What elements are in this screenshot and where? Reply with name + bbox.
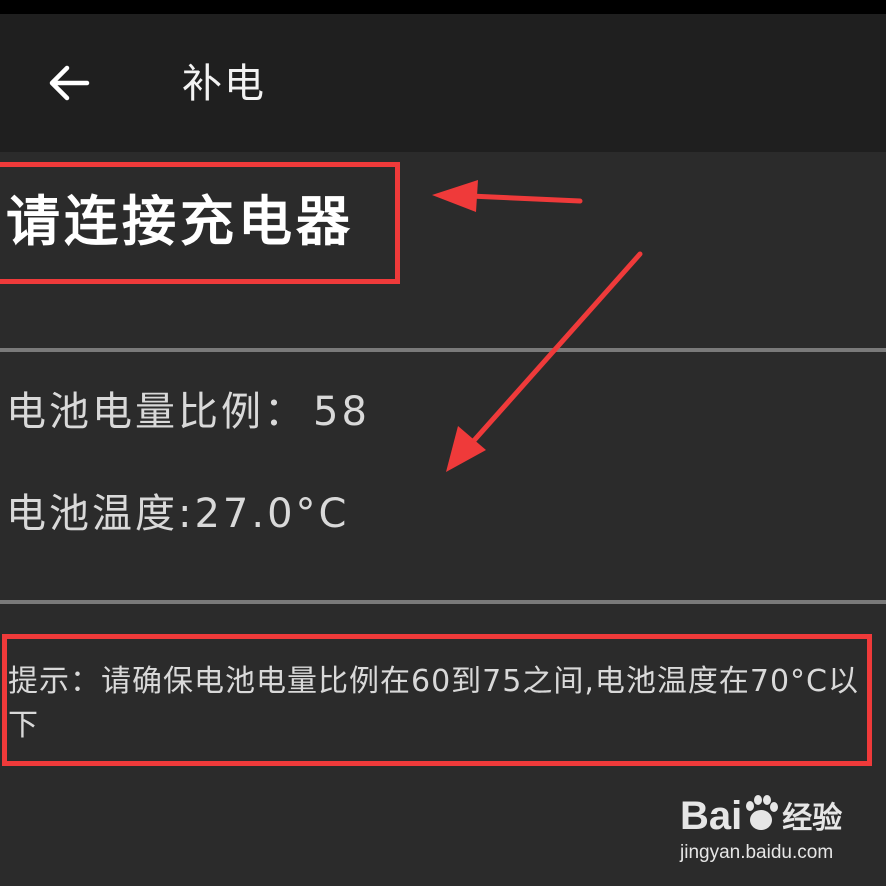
battery-level-row: 电池电量比例： 58 [6,386,370,438]
arrow-to-charger-message [432,180,583,212]
battery-calibration-screen: 补电 请连接充电器 电池电量比例： 58 电池温度:27.0°C 提示：请确保电池… [0,0,886,886]
arrow-left-icon [49,65,90,101]
watermark-logo: Bai 经验 [680,794,842,843]
battery-temp-label: 电池温度: [6,491,195,537]
app-bar: 补电 [0,14,886,152]
paw-icon [742,794,780,843]
page-title: 补电 [182,61,266,107]
divider-bottom [0,600,886,604]
arrow-to-battery-info [446,251,643,472]
battery-level-label: 电池电量比例： [6,389,307,435]
battery-temp-row: 电池温度:27.0°C [6,488,349,540]
divider-top [0,348,886,352]
charger-message: 请连接充电器 [6,190,354,253]
battery-temp-value: 27.0°C [194,491,350,537]
hint-text: 提示：请确保电池电量比例在60到75之间,电池温度在70°C以下 [8,664,860,743]
watermark-url: jingyan.baidu.com [680,842,834,863]
baidu-jingyan-watermark: Bai 经验 jingyan.baidu.com [680,790,880,876]
back-button[interactable] [34,48,104,118]
battery-level-value: 58 [313,389,370,435]
status-bar [0,0,886,14]
